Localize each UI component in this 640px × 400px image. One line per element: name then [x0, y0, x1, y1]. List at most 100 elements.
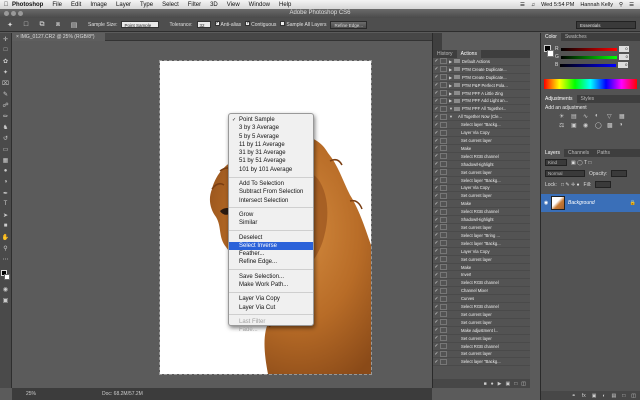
lock-icons[interactable]: □ ✎ ✛ ●	[561, 182, 580, 188]
action-check-icon[interactable]: ✓	[433, 304, 440, 310]
red-value[interactable]: 0	[618, 46, 629, 52]
dialog-toggle[interactable]	[440, 343, 447, 350]
curves-icon[interactable]: ∿	[583, 113, 593, 120]
refine-edge-button[interactable]: Refine Edge...	[330, 20, 367, 29]
action-row[interactable]: ✓ Make	[433, 145, 530, 153]
red-slider[interactable]: R 0	[541, 45, 640, 53]
menu-item-51x51-average[interactable]: 51 by 51 Average	[229, 157, 313, 165]
menu-item-intersect-selection[interactable]: Intersect Selection	[229, 197, 313, 205]
crop-tool-icon[interactable]: ⌧	[1, 79, 10, 87]
tolerance-input[interactable]: 32	[196, 21, 211, 28]
dialog-toggle[interactable]	[440, 240, 447, 247]
adjustment-layer-icon[interactable]: ◐	[602, 393, 605, 399]
dialog-toggle[interactable]	[440, 303, 447, 310]
action-check-icon[interactable]: ✓	[433, 359, 440, 365]
magic-wand-tool-icon[interactable]: ✦	[4, 20, 16, 30]
tab-layers[interactable]: Layers	[541, 149, 565, 157]
action-row[interactable]: ✓ Select RGB channel	[433, 303, 530, 311]
action-row[interactable]: ✓ Set current layer	[433, 335, 530, 343]
action-row[interactable]: ✓ Set current layer	[433, 192, 530, 201]
expand-arrow-icon[interactable]: ▼	[449, 114, 454, 119]
menu-item-layer-via-cut[interactable]: Layer Via Cut	[229, 304, 313, 312]
action-check-icon[interactable]: ✓	[433, 185, 440, 191]
dialog-toggle[interactable]	[440, 295, 447, 302]
background-color[interactable]	[3, 274, 10, 280]
blur-tool-icon[interactable]: ●	[1, 167, 10, 175]
wifi-icon[interactable]: ☰	[520, 2, 525, 8]
volume-icon[interactable]: ♫	[531, 2, 535, 8]
hand-tool-icon[interactable]: ✋	[1, 233, 10, 241]
action-row[interactable]: ✓ Curves	[433, 295, 530, 304]
contiguous-option[interactable]: Contiguous	[245, 20, 276, 28]
menu-item-31x31-average[interactable]: 31 by 31 Average	[229, 149, 313, 157]
document-tab[interactable]: × IMG_0127.CR2 @ 25% (RGB/8*)	[12, 33, 105, 41]
action-row[interactable]: ✓ Layer Via Copy	[433, 184, 530, 193]
green-value[interactable]: 0	[618, 54, 629, 60]
action-check-icon[interactable]: ✓	[433, 335, 440, 341]
action-check-icon[interactable]: ✓	[433, 145, 440, 151]
kind-filter-select[interactable]: Kind	[545, 159, 567, 166]
action-check-icon[interactable]: ✓	[433, 264, 440, 270]
fill-input[interactable]	[595, 181, 612, 188]
menu-item-select-inverse[interactable]: Select Inverse	[229, 241, 313, 251]
blue-bar[interactable]	[560, 63, 617, 67]
menu-3d[interactable]: 3D	[210, 2, 218, 8]
dialog-toggle[interactable]	[440, 208, 447, 215]
menu-view[interactable]: View	[227, 2, 240, 8]
action-row[interactable]: ✓ Select layer "Backg...	[433, 240, 530, 248]
color-lookup-icon[interactable]: ▩	[607, 122, 617, 129]
dialog-toggle[interactable]	[440, 271, 447, 278]
menu-item-refine-edge[interactable]: Refine Edge...	[229, 258, 313, 266]
invert-icon[interactable]: ◑	[619, 122, 629, 129]
action-row[interactable]: ✓ Select layer "Backg...	[433, 177, 530, 185]
action-row[interactable]: ✓ Make adjustment l...	[433, 327, 530, 335]
action-row[interactable]: ✓ Select RGB channel	[433, 279, 530, 288]
dialog-toggle[interactable]	[440, 129, 447, 136]
trash-icon[interactable]: ◫	[521, 381, 526, 387]
action-check-icon[interactable]: ✓	[433, 114, 440, 120]
action-row[interactable]: ✓ Select RGB channel	[433, 208, 530, 217]
opacity-input[interactable]	[611, 170, 628, 177]
action-check-icon[interactable]: ✓	[433, 169, 440, 175]
action-check-icon[interactable]: ✓	[433, 296, 440, 302]
marquee-tool-icon[interactable]: □	[1, 46, 10, 54]
action-check-icon[interactable]: ✓	[433, 90, 440, 96]
dialog-toggle[interactable]	[440, 145, 447, 152]
menu-edit[interactable]: Edit	[71, 2, 81, 8]
delete-layer-icon[interactable]: ◫	[631, 393, 636, 399]
menu-item-make-work-path[interactable]: Make Work Path...	[229, 281, 313, 289]
tab-swatches[interactable]: Swatches	[561, 33, 591, 41]
eye-icon[interactable]: ◉	[541, 200, 551, 206]
dialog-toggle[interactable]	[440, 192, 447, 199]
action-check-icon[interactable]: ✓	[433, 122, 440, 128]
move-tool-icon[interactable]: ✛	[1, 35, 10, 43]
dialog-toggle[interactable]	[440, 256, 447, 263]
dialog-toggle[interactable]	[440, 350, 447, 357]
dialog-toggle[interactable]	[440, 327, 447, 334]
dialog-toggle[interactable]	[440, 335, 447, 342]
action-check-icon[interactable]: ✓	[433, 130, 440, 136]
dialog-toggle[interactable]	[440, 66, 447, 73]
menu-item-5x5-average[interactable]: 5 by 5 Average	[229, 133, 313, 141]
healing-brush-tool-icon[interactable]: ☍	[1, 101, 10, 109]
tab-paths[interactable]: Paths	[593, 149, 614, 157]
user-name[interactable]: Hannah Kelly	[580, 2, 613, 8]
tab-channels[interactable]: Channels	[564, 149, 593, 157]
dialog-toggle[interactable]	[440, 105, 447, 112]
action-check-icon[interactable]: ✓	[433, 82, 440, 88]
dialog-toggle[interactable]	[440, 169, 447, 176]
intersect-selection-icon[interactable]: ▤	[68, 20, 80, 30]
action-row[interactable]: ✓ Select RGB channel	[433, 153, 530, 161]
dialog-toggle[interactable]	[440, 264, 447, 271]
photo-filter-icon[interactable]: ◉	[583, 122, 593, 129]
action-row[interactable]: ✓ ▶ Default Actions	[433, 58, 530, 66]
menu-item-3x3-average[interactable]: 3 by 3 Average	[229, 124, 313, 132]
vibrance-icon[interactable]: ▽	[607, 113, 617, 120]
menu-item-subtract-from-selection[interactable]: Subtract From Selection	[229, 188, 313, 196]
action-check-icon[interactable]: ✓	[433, 98, 440, 104]
pen-tool-icon[interactable]: ✒	[1, 189, 10, 197]
eraser-tool-icon[interactable]: ▭	[1, 145, 10, 153]
action-row[interactable]: ✓ ▼ PTM PPF All Together...	[433, 105, 530, 114]
lasso-tool-icon[interactable]: ✿	[1, 57, 10, 65]
color-balance-icon[interactable]: ⚖	[559, 122, 569, 129]
